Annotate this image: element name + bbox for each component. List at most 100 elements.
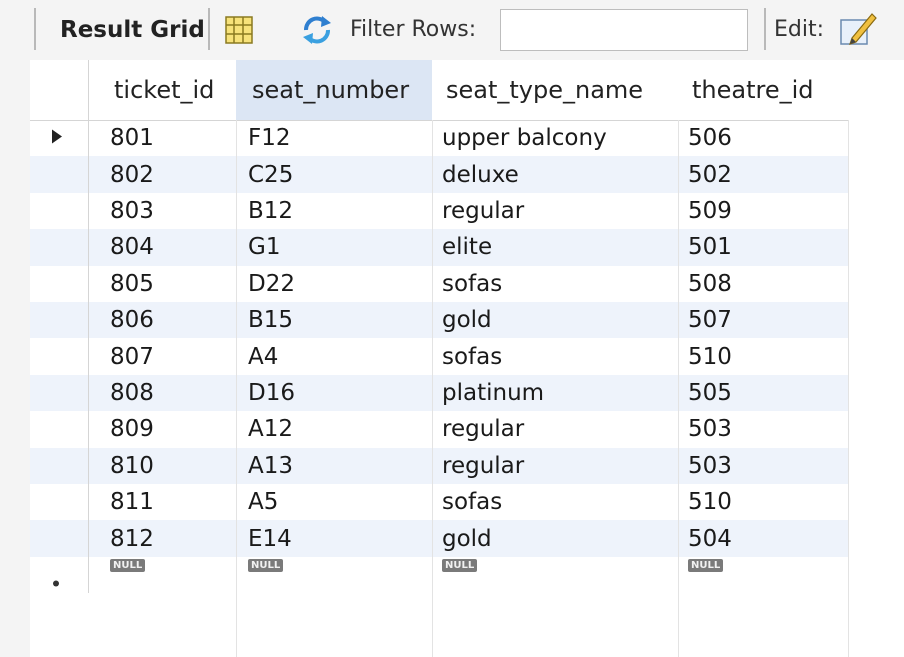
- cell-ticket-id[interactable]: 811: [88, 484, 236, 520]
- cell-value: 504: [688, 525, 732, 552]
- cell-ticket-id[interactable]: NULL: [88, 557, 236, 593]
- cell-seat-type-name[interactable]: sofas: [432, 484, 678, 520]
- table-row[interactable]: 812 E14 gold 504: [30, 520, 848, 557]
- cell-seat-type-name[interactable]: regular: [432, 411, 678, 447]
- column-header-ticket-id[interactable]: ticket_id: [88, 60, 236, 120]
- row-header-cell[interactable]: [30, 338, 89, 375]
- cell-seat-type-name[interactable]: NULL: [432, 557, 678, 593]
- row-header-cell[interactable]: [30, 556, 89, 594]
- cell-value: 806: [110, 307, 154, 334]
- cell-seat-number[interactable]: C25: [236, 156, 432, 192]
- cell-seat-number[interactable]: D22: [236, 266, 432, 302]
- cell-value: 510: [688, 489, 732, 516]
- row-header-cell[interactable]: [30, 484, 89, 521]
- cell-theatre-id[interactable]: 502: [678, 156, 848, 192]
- row-header-cell[interactable]: [30, 447, 89, 484]
- cell-seat-number[interactable]: B12: [236, 193, 432, 229]
- filter-rows-input[interactable]: [500, 9, 748, 51]
- cell-theatre-id[interactable]: 507: [678, 302, 848, 338]
- row-header-cell[interactable]: [30, 192, 89, 230]
- cell-ticket-id[interactable]: 804: [88, 229, 236, 265]
- cell-seat-type-name[interactable]: platinum: [432, 375, 678, 411]
- table-row[interactable]: 807 A4 sofas 510: [30, 338, 848, 375]
- cell-seat-number[interactable]: B15: [236, 302, 432, 338]
- new-row[interactable]: NULL NULL NULL NULL: [30, 556, 848, 594]
- table-row[interactable]: 808 D16 platinum 505: [30, 374, 848, 412]
- cell-seat-type-name[interactable]: regular: [432, 193, 678, 229]
- table-row[interactable]: 802 C25 deluxe 502: [30, 156, 848, 193]
- row-header-cell[interactable]: [30, 374, 89, 412]
- column-header-seat-type-name[interactable]: seat_type_name: [432, 60, 678, 120]
- toolbar-separator: [764, 8, 766, 50]
- cell-ticket-id[interactable]: 809: [88, 411, 236, 447]
- cell-ticket-id[interactable]: 801: [88, 120, 236, 156]
- cell-theatre-id[interactable]: 504: [678, 520, 848, 556]
- table-row[interactable]: 811 A5 sofas 510: [30, 484, 848, 521]
- table-row[interactable]: 801 F12 upper balcony 506: [30, 120, 848, 157]
- cell-theatre-id[interactable]: NULL: [678, 557, 848, 593]
- column-header-seat-number[interactable]: seat_number: [236, 60, 432, 120]
- table-row[interactable]: 803 B12 regular 509: [30, 192, 848, 230]
- table-row[interactable]: 806 B15 gold 507: [30, 302, 848, 339]
- cell-theatre-id[interactable]: 508: [678, 266, 848, 302]
- cell-seat-type-name[interactable]: gold: [432, 520, 678, 556]
- cell-ticket-id[interactable]: 805: [88, 266, 236, 302]
- table-row[interactable]: 804 G1 elite 501: [30, 229, 848, 266]
- result-toolbar: Result Grid Filter Rows: Edit:: [0, 0, 904, 60]
- null-badge: NULL: [110, 558, 146, 572]
- cell-theatre-id[interactable]: 506: [678, 120, 848, 156]
- cell-value: C25: [248, 161, 294, 188]
- cell-theatre-id[interactable]: 503: [678, 411, 848, 447]
- cell-value: 503: [688, 452, 732, 479]
- table-row[interactable]: 810 A13 regular 503: [30, 447, 848, 484]
- cell-seat-type-name[interactable]: sofas: [432, 338, 678, 374]
- cell-seat-type-name[interactable]: elite: [432, 229, 678, 265]
- edit-pencil-icon[interactable]: [838, 10, 878, 52]
- cell-seat-type-name[interactable]: sofas: [432, 266, 678, 302]
- cell-ticket-id[interactable]: 812: [88, 520, 236, 556]
- table-row[interactable]: 809 A12 regular 503: [30, 411, 848, 448]
- cell-value: 803: [110, 197, 154, 224]
- cell-ticket-id[interactable]: 810: [88, 448, 236, 484]
- cell-value: 801: [110, 125, 154, 152]
- cell-seat-number[interactable]: A5: [236, 484, 432, 520]
- cell-ticket-id[interactable]: 808: [88, 375, 236, 411]
- cell-seat-number[interactable]: NULL: [236, 557, 432, 593]
- cell-seat-number[interactable]: G1: [236, 229, 432, 265]
- row-header-cell[interactable]: [30, 520, 89, 557]
- cell-seat-type-name[interactable]: gold: [432, 302, 678, 338]
- cell-seat-type-name[interactable]: deluxe: [432, 156, 678, 192]
- new-row-icon: [52, 573, 60, 592]
- cell-ticket-id[interactable]: 807: [88, 338, 236, 374]
- row-header-cell[interactable]: [30, 265, 89, 302]
- cell-theatre-id[interactable]: 510: [678, 338, 848, 374]
- cell-seat-number[interactable]: E14: [236, 520, 432, 556]
- cell-ticket-id[interactable]: 803: [88, 193, 236, 229]
- grid-layout-icon[interactable]: [224, 15, 254, 49]
- cell-seat-number[interactable]: D16: [236, 375, 432, 411]
- cell-theatre-id[interactable]: 509: [678, 193, 848, 229]
- row-header-cell[interactable]: [30, 120, 89, 157]
- row-header-cell[interactable]: [30, 302, 89, 339]
- row-header-cell[interactable]: [30, 229, 89, 266]
- table-row[interactable]: 805 D22 sofas 508: [30, 265, 848, 302]
- row-header-cell[interactable]: [30, 411, 89, 448]
- cell-seat-number[interactable]: F12: [236, 120, 432, 156]
- cell-seat-type-name[interactable]: upper balcony: [432, 120, 678, 156]
- cell-seat-number[interactable]: A4: [236, 338, 432, 374]
- cell-seat-type-name[interactable]: regular: [432, 448, 678, 484]
- cell-seat-number[interactable]: A13: [236, 448, 432, 484]
- cell-theatre-id[interactable]: 510: [678, 484, 848, 520]
- row-header-cell[interactable]: [30, 156, 89, 193]
- result-grid-tab[interactable]: Result Grid: [60, 14, 205, 46]
- cell-value: A13: [248, 452, 294, 479]
- cell-seat-number[interactable]: A12: [236, 411, 432, 447]
- cell-theatre-id[interactable]: 505: [678, 375, 848, 411]
- cell-theatre-id[interactable]: 501: [678, 229, 848, 265]
- cell-ticket-id[interactable]: 802: [88, 156, 236, 192]
- cell-value: regular: [442, 416, 525, 443]
- cell-theatre-id[interactable]: 503: [678, 448, 848, 484]
- cell-ticket-id[interactable]: 806: [88, 302, 236, 338]
- refresh-icon[interactable]: [300, 14, 334, 50]
- column-header-theatre-id[interactable]: theatre_id: [678, 60, 848, 120]
